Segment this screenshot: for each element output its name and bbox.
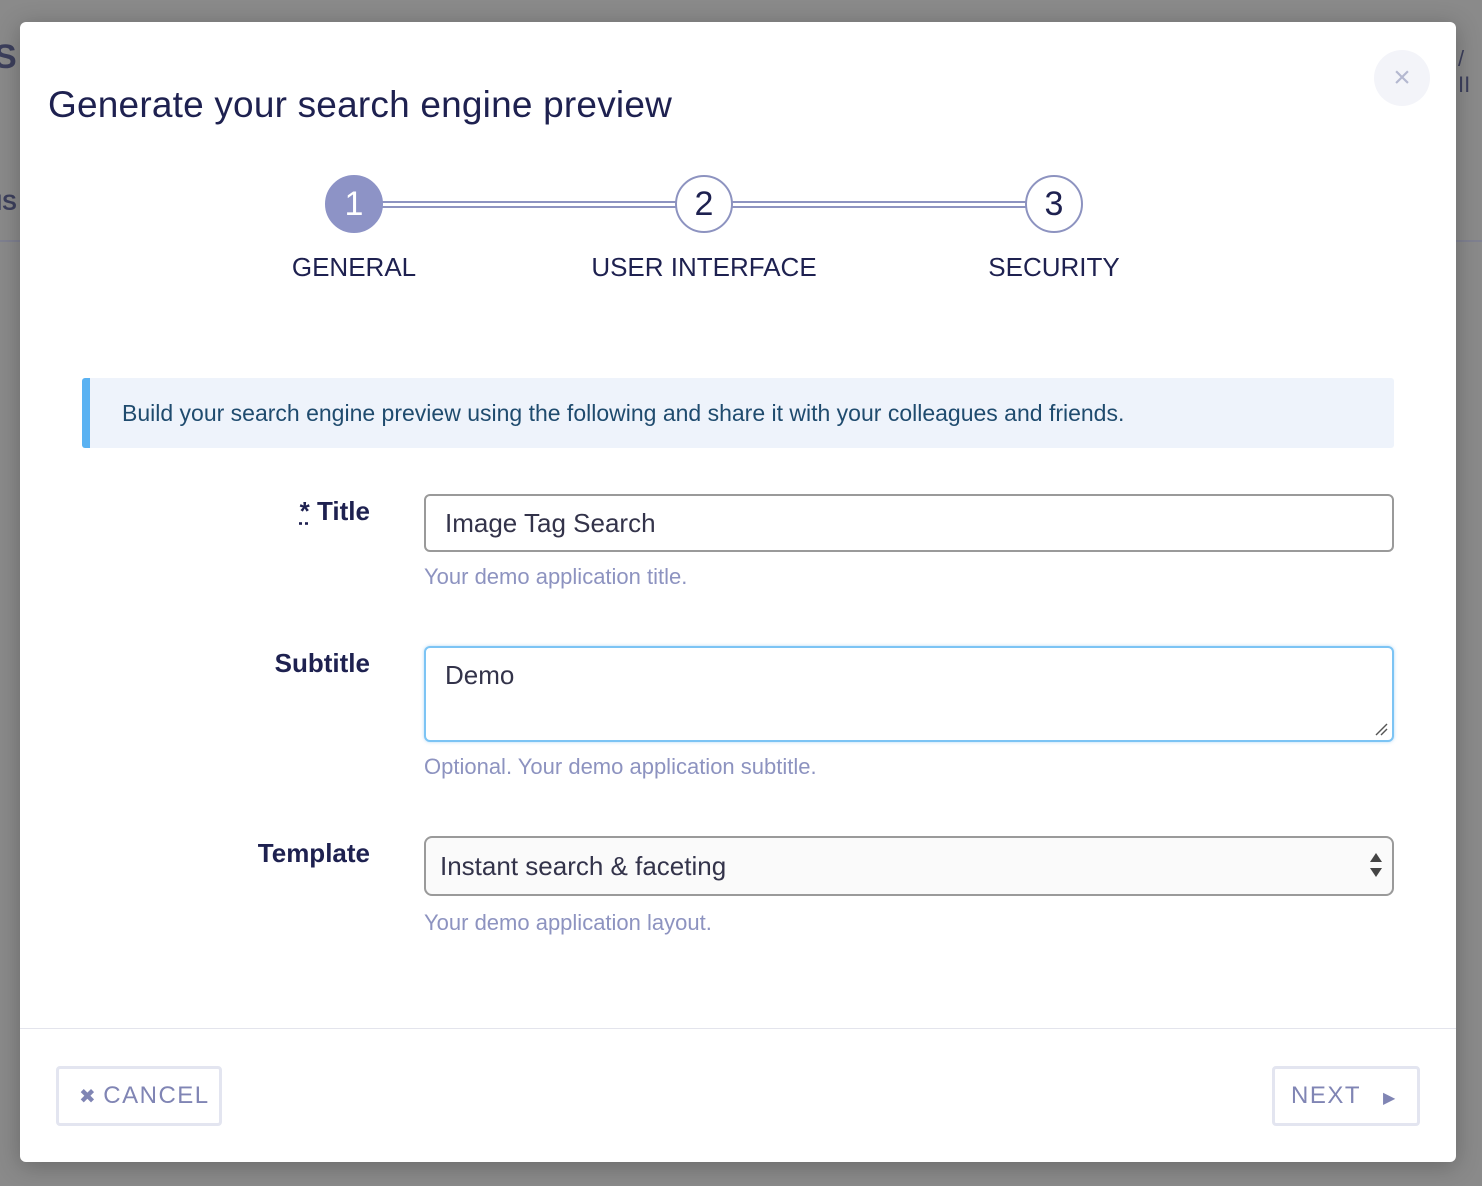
- background-text-fragment: S: [0, 38, 17, 76]
- background-text-fragment: / II: [1458, 46, 1471, 97]
- template-help-text: Your demo application layout.: [424, 910, 712, 935]
- background-divider: [1456, 240, 1482, 242]
- step-1-label: GENERAL: [291, 252, 417, 282]
- required-marker: *: [299, 496, 310, 526]
- modal-title: Generate your search engine preview: [48, 84, 673, 125]
- next-button-label: NEXT: [1291, 1082, 1362, 1109]
- stepper: 1 2 3 GENERAL USER INTERFACE SECURITY: [20, 172, 1456, 312]
- template-selected-value: Instant search & faceting: [440, 851, 727, 881]
- step-3-label: SECURITY: [988, 252, 1120, 282]
- modal-dialog: × Generate your search engine preview 1 …: [20, 22, 1456, 1162]
- title-help-text: Your demo application title.: [424, 564, 688, 589]
- subtitle-label: Subtitle: [274, 648, 370, 678]
- next-button[interactable]: NEXT ▶: [1272, 1066, 1420, 1126]
- subtitle-help-text: Optional. Your demo application subtitle…: [424, 754, 817, 779]
- cancel-button-label: CANCEL: [103, 1082, 210, 1109]
- title-label-text: Title: [317, 496, 370, 526]
- template-label: Template: [257, 838, 370, 868]
- select-arrows-icon: [1368, 850, 1384, 880]
- title-input-value: Image Tag Search: [445, 508, 656, 538]
- step-3-circle[interactable]: 3: [1025, 175, 1083, 233]
- close-icon: ✖: [79, 1086, 98, 1108]
- step-1-circle[interactable]: 1: [325, 175, 383, 233]
- template-select[interactable]: Instant search & faceting: [424, 836, 1394, 896]
- subtitle-textarea-value: Demo: [445, 660, 515, 690]
- close-button[interactable]: ×: [1374, 50, 1430, 106]
- background-divider: [0, 240, 20, 242]
- close-icon: ×: [1393, 61, 1411, 94]
- step-2-circle[interactable]: 2: [675, 175, 733, 233]
- step-connector: [732, 201, 1030, 208]
- caret-right-icon: ▶: [1383, 1090, 1397, 1107]
- step-connector: [382, 201, 680, 208]
- title-label: * Title: [120, 496, 370, 527]
- title-input[interactable]: Image Tag Search: [424, 494, 1394, 552]
- subtitle-textarea[interactable]: Demo: [424, 646, 1394, 742]
- footer-divider: [20, 1028, 1456, 1029]
- info-banner: Build your search engine preview using t…: [82, 378, 1394, 448]
- cancel-button[interactable]: ✖ CANCEL: [56, 1066, 222, 1126]
- info-text: Build your search engine preview using t…: [122, 400, 1125, 426]
- resize-handle-icon[interactable]: [1374, 722, 1388, 736]
- background-text-fragment: IS: [0, 190, 17, 215]
- step-2-label: USER INTERFACE: [591, 252, 817, 282]
